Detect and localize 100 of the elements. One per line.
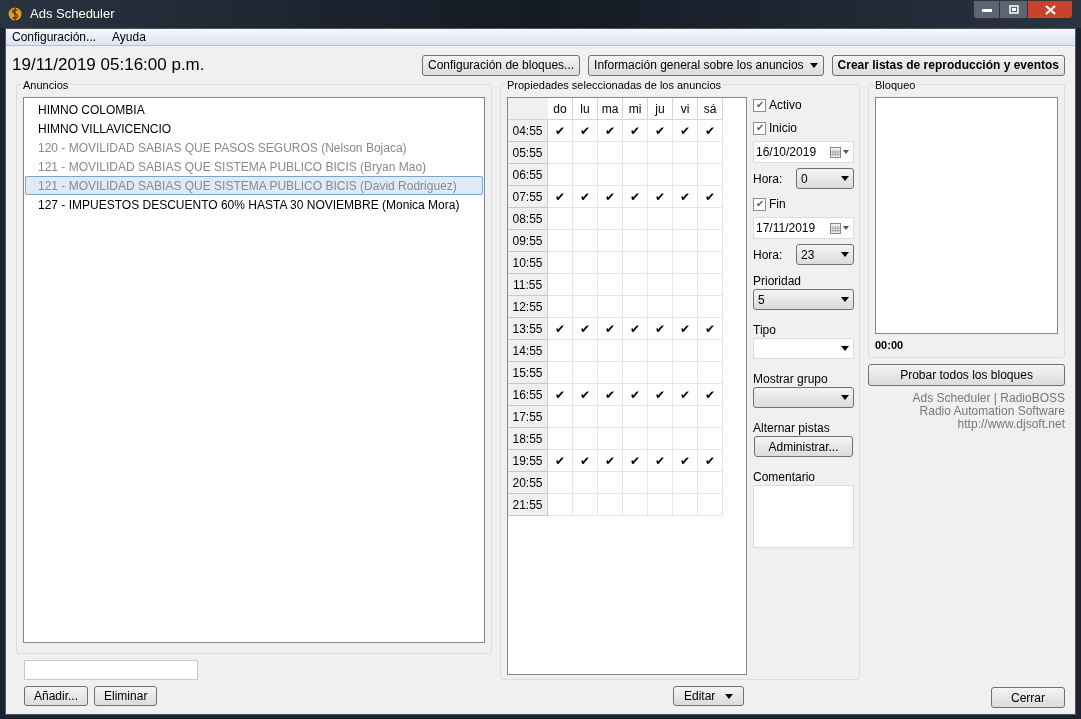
date-field[interactable]: 16/10/2019	[753, 141, 854, 163]
grid-cell[interactable]	[573, 274, 598, 296]
grid-cell[interactable]	[648, 142, 673, 164]
grid-cell[interactable]	[548, 472, 573, 494]
grid-cell[interactable]	[573, 142, 598, 164]
grid-cell[interactable]: ✔	[573, 318, 598, 340]
dropdown[interactable]: 5	[753, 289, 854, 310]
grid-cell[interactable]	[573, 428, 598, 450]
grid-cell[interactable]	[548, 494, 573, 516]
grid-cell[interactable]	[573, 472, 598, 494]
grid-cell[interactable]	[598, 406, 623, 428]
grid-cell[interactable]	[573, 362, 598, 384]
grid-cell[interactable]	[548, 428, 573, 450]
grid-cell[interactable]	[548, 362, 573, 384]
grid-cell[interactable]	[623, 164, 648, 186]
grid-cell[interactable]	[573, 296, 598, 318]
checkbox[interactable]: ✔	[753, 197, 766, 211]
grid-cell[interactable]	[598, 142, 623, 164]
grid-cell[interactable]: ✔	[623, 318, 648, 340]
grid-cell[interactable]	[673, 494, 698, 516]
minimize-button[interactable]	[973, 0, 1000, 19]
close-button[interactable]	[1027, 0, 1073, 19]
grid-cell[interactable]	[673, 362, 698, 384]
grid-cell[interactable]: ✔	[623, 384, 648, 406]
grid-cell[interactable]	[623, 252, 648, 274]
list-item[interactable]: HIMNO COLOMBIA	[25, 100, 483, 119]
grid-cell[interactable]	[623, 406, 648, 428]
hour-dropdown[interactable]: 0	[796, 168, 854, 189]
grid-cell[interactable]	[673, 340, 698, 362]
grid-cell[interactable]	[698, 164, 723, 186]
grid-cell[interactable]: ✔	[648, 318, 673, 340]
grid-cell[interactable]	[548, 296, 573, 318]
grid-cell[interactable]: ✔	[548, 318, 573, 340]
grid-cell[interactable]: ✔	[598, 120, 623, 142]
grid-cell[interactable]	[573, 340, 598, 362]
grid-cell[interactable]	[648, 406, 673, 428]
grid-cell[interactable]	[548, 208, 573, 230]
grid-cell[interactable]	[648, 274, 673, 296]
grid-cell[interactable]	[598, 428, 623, 450]
grid-cell[interactable]	[598, 472, 623, 494]
grid-cell[interactable]: ✔	[623, 450, 648, 472]
grid-cell[interactable]: ✔	[673, 318, 698, 340]
grid-cell[interactable]	[698, 494, 723, 516]
comment-field[interactable]	[753, 485, 854, 548]
grid-cell[interactable]	[573, 252, 598, 274]
grid-cell[interactable]	[623, 428, 648, 450]
hour-dropdown[interactable]: 23	[796, 244, 854, 265]
grid-cell[interactable]	[673, 406, 698, 428]
grid-cell[interactable]	[598, 274, 623, 296]
toolbar-button[interactable]: Configuración de bloques...	[422, 54, 581, 76]
grid-cell[interactable]: ✔	[573, 384, 598, 406]
grid-cell[interactable]: ✔	[673, 450, 698, 472]
grid-cell[interactable]	[598, 164, 623, 186]
grid-cell[interactable]	[648, 208, 673, 230]
test-all-button[interactable]: Probar todos los bloques	[868, 364, 1065, 386]
grid-cell[interactable]	[698, 428, 723, 450]
grid-cell[interactable]	[673, 230, 698, 252]
grid-cell[interactable]: ✔	[573, 450, 598, 472]
grid-cell[interactable]: ✔	[648, 186, 673, 208]
grid-cell[interactable]	[623, 472, 648, 494]
grid-cell[interactable]	[673, 428, 698, 450]
grid-cell[interactable]: ✔	[673, 384, 698, 406]
input-field[interactable]	[24, 660, 198, 680]
close-window-button[interactable]: Cerrar	[991, 687, 1065, 708]
action-button[interactable]: Eliminar	[94, 686, 158, 706]
grid-cell[interactable]	[648, 340, 673, 362]
grid-cell[interactable]: ✔	[548, 120, 573, 142]
grid-cell[interactable]: ✔	[648, 120, 673, 142]
grid-cell[interactable]	[673, 274, 698, 296]
grid-cell[interactable]: ✔	[598, 450, 623, 472]
grid-cell[interactable]: ✔	[623, 186, 648, 208]
checkbox[interactable]: ✔	[753, 121, 766, 135]
grid-cell[interactable]	[648, 472, 673, 494]
grid-cell[interactable]	[698, 230, 723, 252]
grid-cell[interactable]: ✔	[673, 120, 698, 142]
grid-cell[interactable]	[623, 494, 648, 516]
grid-cell[interactable]	[573, 208, 598, 230]
grid-cell[interactable]	[623, 362, 648, 384]
menu-item[interactable]: Ayuda	[112, 28, 146, 46]
grid-cell[interactable]: ✔	[673, 186, 698, 208]
grid-cell[interactable]	[548, 406, 573, 428]
grid-cell[interactable]	[598, 296, 623, 318]
grid-cell[interactable]	[648, 494, 673, 516]
date-field[interactable]: 17/11/2019	[753, 217, 854, 239]
grid-cell[interactable]	[648, 230, 673, 252]
toolbar-button[interactable]: Crear listas de reproducción y eventos	[831, 54, 1065, 76]
grid-cell[interactable]: ✔	[698, 318, 723, 340]
grid-cell[interactable]: ✔	[548, 450, 573, 472]
grid-cell[interactable]	[673, 208, 698, 230]
manage-button[interactable]: Administrar...	[754, 436, 853, 457]
checkbox[interactable]: ✔	[753, 98, 766, 112]
grid-cell[interactable]	[548, 274, 573, 296]
grid-cell[interactable]	[673, 296, 698, 318]
grid-cell[interactable]	[673, 252, 698, 274]
grid-cell[interactable]	[598, 230, 623, 252]
menu-item[interactable]: Configuración...	[12, 28, 97, 46]
grid-cell[interactable]	[548, 230, 573, 252]
grid-cell[interactable]	[623, 208, 648, 230]
grid-cell[interactable]	[648, 252, 673, 274]
grid-cell[interactable]	[698, 296, 723, 318]
